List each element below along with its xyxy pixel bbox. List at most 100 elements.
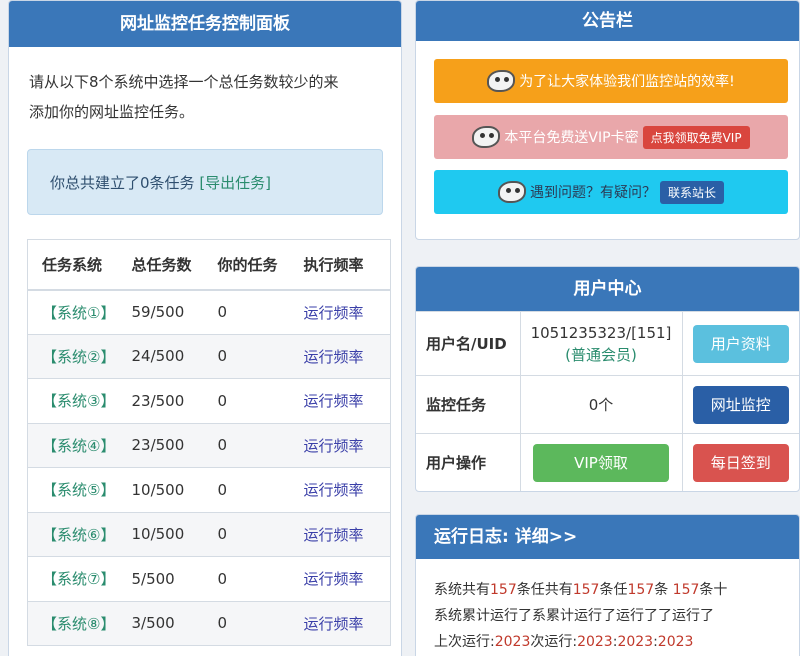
log-text: 次运行: — [530, 634, 578, 650]
contact-banner[interactable]: 遇到问题？有疑问？ 联系站长 — [434, 170, 788, 214]
username-value: 1051235323/[151] — [530, 323, 672, 342]
user-row-tasks: 监控任务 0个 网址监控 — [416, 375, 799, 434]
mascot-icon — [472, 126, 501, 148]
frequency-link[interactable]: 运行频率 — [304, 526, 364, 544]
table-row: 【系统⑦】 5/500 0 运行频率 — [27, 556, 391, 602]
username-label: 用户名/UID — [416, 311, 521, 376]
vip-claim-button[interactable]: VIP领取 — [533, 443, 669, 482]
my-tasks-cell: 0 — [217, 334, 304, 379]
log-number: 2023 — [657, 634, 694, 650]
system-link[interactable]: 【系统④】 — [42, 437, 115, 455]
claim-free-vip-button[interactable]: 点我领取免费VIP — [642, 125, 750, 149]
total-tasks-cell: 23/500 — [131, 378, 218, 424]
run-log-title[interactable]: 运行日志: 详细>> — [416, 515, 799, 559]
column-header-frequency: 执行频率 — [303, 239, 391, 291]
table-row: 【系统②】 24/500 0 运行频率 — [27, 334, 391, 379]
system-link[interactable]: 【系统③】 — [42, 392, 115, 410]
my-tasks-cell: 0 — [217, 289, 304, 335]
my-tasks-cell: 0 — [217, 423, 304, 468]
table-row: 【系统⑥】 10/500 0 运行频率 — [27, 512, 391, 557]
my-tasks-cell: 0 — [217, 512, 304, 557]
export-tasks-link[interactable]: [导出任务] — [199, 174, 271, 192]
efficiency-banner[interactable]: 为了让大家体验我们监控站的效率! — [434, 59, 788, 103]
contact-admin-button[interactable]: 联系站长 — [659, 180, 724, 204]
table-row: 【系统③】 23/500 0 运行频率 — [27, 378, 391, 424]
mascot-icon — [497, 181, 526, 203]
column-header-total: 总任务数 — [131, 239, 218, 291]
banner-1-text: 为了让大家体验我们监控站的效率! — [519, 74, 735, 90]
log-number: 157 — [672, 582, 700, 598]
frequency-link[interactable]: 运行频率 — [304, 481, 364, 499]
intro-line-1: 请从以下8个系统中选择一个总任务数较少的来 — [29, 73, 339, 91]
url-monitor-button[interactable]: 网址监控 — [692, 385, 789, 424]
task-control-panel: 网址监控任务控制面板 请从以下8个系统中选择一个总任务数较少的来 添加你的网址监… — [8, 0, 402, 656]
user-row-actions: 用户操作 VIP领取 每日签到 — [416, 433, 799, 491]
task-system-table: 任务系统 总任务数 你的任务 执行频率 【系统①】 59/500 0 运行频率 … — [27, 239, 391, 646]
log-number: 157 — [627, 582, 655, 598]
frequency-link[interactable]: 运行频率 — [304, 615, 364, 633]
system-link[interactable]: 【系统⑧】 — [42, 615, 115, 633]
log-number: 2023 — [617, 634, 654, 650]
log-text: 系统共有 — [434, 582, 490, 598]
total-tasks-cell: 24/500 — [131, 334, 218, 379]
total-tasks-cell: 3/500 — [131, 601, 218, 646]
my-tasks-cell: 0 — [217, 378, 304, 424]
system-link[interactable]: 【系统①】 — [42, 304, 115, 322]
column-header-mine: 你的任务 — [217, 239, 304, 291]
monitor-tasks-value: 0个 — [519, 375, 683, 434]
frequency-link[interactable]: 运行频率 — [304, 570, 364, 588]
column-header-system: 任务系统 — [27, 239, 132, 291]
frequency-link[interactable]: 运行频率 — [304, 437, 364, 455]
my-tasks-cell: 0 — [217, 601, 304, 646]
log-line-2: 系统累计运行了系累计运行了运行了了运行了 — [434, 608, 714, 624]
notice-board-panel: 公告栏 为了让大家体验我们监控站的效率! 本平台免费送VIP卡密 点我领取免费V… — [415, 0, 800, 240]
log-text: 上次运行: — [434, 634, 495, 650]
system-link[interactable]: 【系统⑤】 — [42, 481, 115, 499]
log-number: 2023 — [577, 634, 613, 650]
log-text: 条十 — [699, 582, 728, 598]
banner-3-text: 遇到问题？有疑问？ — [529, 185, 656, 201]
table-row: 【系统⑧】 3/500 0 运行频率 — [27, 601, 391, 646]
log-number: 157 — [490, 582, 517, 598]
log-number: 2023 — [494, 634, 531, 650]
table-row: 【系统⑤】 10/500 0 运行频率 — [27, 467, 391, 513]
user-row-username: 用户名/UID 1051235323/[151] (普通会员) 用户资料 — [416, 311, 799, 376]
intro-line-2: 添加你的网址监控任务。 — [29, 103, 195, 121]
mascot-icon — [487, 70, 516, 92]
user-actions-label: 用户操作 — [416, 433, 521, 491]
user-profile-button[interactable]: 用户资料 — [692, 324, 789, 363]
username-cell: 1051235323/[151] (普通会员) — [519, 311, 683, 376]
total-tasks-cell: 59/500 — [131, 289, 218, 335]
frequency-link[interactable]: 运行频率 — [304, 392, 364, 410]
log-text: 条任共有 — [516, 582, 573, 598]
panel-title: 网址监控任务控制面板 — [9, 1, 401, 47]
free-vip-banner[interactable]: 本平台免费送VIP卡密 点我领取免费VIP — [434, 115, 788, 159]
daily-signin-button[interactable]: 每日签到 — [692, 443, 789, 482]
system-link[interactable]: 【系统②】 — [42, 348, 115, 366]
frequency-link[interactable]: 运行频率 — [304, 304, 364, 322]
log-line-1: 系统共有157条任共有157条任157条 157条十 — [434, 577, 799, 603]
member-level: (普通会员) — [565, 345, 637, 364]
total-tasks-cell: 10/500 — [131, 512, 218, 557]
total-tasks-cell: 10/500 — [131, 467, 218, 513]
table-row: 【系统④】 23/500 0 运行频率 — [27, 423, 391, 468]
system-link[interactable]: 【系统⑦】 — [42, 570, 115, 588]
frequency-link[interactable]: 运行频率 — [304, 348, 364, 366]
my-tasks-cell: 0 — [217, 556, 304, 602]
log-number: 157 — [572, 582, 600, 598]
total-tasks-cell: 23/500 — [131, 423, 218, 468]
log-text: 条任 — [599, 582, 628, 598]
system-link[interactable]: 【系统⑥】 — [42, 526, 115, 544]
user-info-table: 用户名/UID 1051235323/[151] (普通会员) 用户资料 监控任… — [416, 311, 799, 491]
user-center-title: 用户中心 — [416, 267, 799, 311]
monitor-tasks-label: 监控任务 — [416, 375, 521, 434]
log-text: 条 — [654, 582, 673, 598]
user-center-panel: 用户中心 用户名/UID 1051235323/[151] (普通会员) 用户资… — [415, 266, 800, 492]
run-log-body: 系统共有157条任共有157条任157条 157条十 系统累计运行了系累计运行了… — [416, 559, 799, 655]
run-log-panel: 运行日志: 详细>> 系统共有157条任共有157条任157条 157条十 系统… — [415, 514, 800, 656]
banner-2-text: 本平台免费送VIP卡密 — [504, 130, 639, 146]
notice-title: 公告栏 — [416, 1, 799, 41]
table-row: 【系统①】 59/500 0 运行频率 — [27, 289, 391, 335]
table-header-row: 任务系统 总任务数 你的任务 执行频率 — [27, 239, 391, 291]
my-tasks-cell: 0 — [217, 467, 304, 513]
